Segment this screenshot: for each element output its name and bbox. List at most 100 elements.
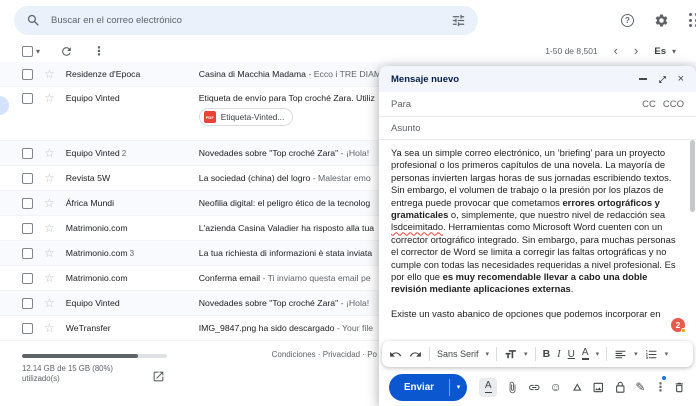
email-sender: Equipo Vinted2 bbox=[66, 148, 199, 158]
email-sender: Equipo Vinted bbox=[66, 298, 199, 308]
send-options-icon[interactable]: ▾ bbox=[450, 374, 467, 401]
subject-field[interactable]: Asunto bbox=[379, 117, 696, 140]
row-checkbox[interactable] bbox=[22, 323, 33, 334]
redo-icon[interactable] bbox=[409, 348, 422, 361]
color-caret-icon[interactable]: ▾ bbox=[596, 350, 600, 358]
row-checkbox[interactable] bbox=[22, 273, 33, 284]
undo-icon[interactable] bbox=[389, 348, 402, 361]
star-icon[interactable]: ☆ bbox=[44, 248, 55, 259]
numbered-list-icon[interactable] bbox=[645, 348, 658, 361]
search-options-icon[interactable] bbox=[451, 13, 466, 28]
top-bar: Buscar en el correo electrónico ? bbox=[0, 0, 696, 40]
star-icon[interactable]: ☆ bbox=[44, 223, 55, 234]
older-page-icon[interactable]: › bbox=[634, 46, 638, 56]
email-sender: Residenze d'Epoca bbox=[66, 69, 199, 79]
align-icon[interactable] bbox=[614, 348, 627, 361]
newer-page-icon[interactable]: ‹ bbox=[614, 46, 618, 56]
insert-photo-icon[interactable] bbox=[592, 381, 605, 394]
size-caret-icon[interactable]: ▾ bbox=[524, 350, 528, 358]
subject-placeholder: Asunto bbox=[391, 123, 421, 134]
more-options-icon[interactable]: ⋮ bbox=[93, 44, 105, 58]
list-footer: 12.14 GB de 15 GB (80%) utilizado(s) Con… bbox=[0, 342, 379, 406]
refresh-icon[interactable] bbox=[60, 45, 73, 58]
bold-button[interactable]: B bbox=[543, 348, 551, 360]
recipients-field[interactable]: Para CC CCO bbox=[379, 92, 696, 117]
font-size-icon[interactable] bbox=[504, 348, 517, 361]
insert-drive-icon[interactable] bbox=[571, 381, 584, 394]
select-all-checkbox[interactable] bbox=[22, 46, 33, 57]
star-icon[interactable]: ☆ bbox=[44, 298, 55, 309]
insert-emoji-icon[interactable]: ☺ bbox=[550, 381, 562, 393]
spellcheck-extension-badge[interactable]: 2 bbox=[671, 318, 685, 332]
compose-scrollbar[interactable] bbox=[690, 140, 695, 212]
more-send-options-icon[interactable]: ⋮ bbox=[654, 378, 664, 396]
discard-draft-icon[interactable] bbox=[673, 381, 686, 394]
send-button[interactable]: Enviar ▾ bbox=[389, 374, 467, 401]
row-checkbox[interactable] bbox=[22, 69, 33, 80]
close-icon[interactable]: × bbox=[678, 74, 684, 84]
star-icon[interactable]: ☆ bbox=[44, 93, 55, 104]
pagination-label: 1-50 de 8,501 bbox=[545, 46, 597, 56]
storage-used-label: 12.14 GB de 15 GB (80%) bbox=[22, 364, 132, 374]
storage-meter bbox=[22, 354, 167, 358]
topbar-actions: ? bbox=[621, 13, 696, 28]
open-in-full-icon[interactable] bbox=[658, 75, 667, 84]
to-label: Para bbox=[391, 99, 411, 110]
star-icon[interactable]: ☆ bbox=[44, 173, 55, 184]
align-caret-icon[interactable]: ▾ bbox=[634, 350, 638, 358]
compose-title: Mensaje nuevo bbox=[391, 74, 459, 85]
compose-window: Mensaje nuevo × Para CC CCO Asunto Ya se… bbox=[379, 66, 696, 406]
font-caret-icon[interactable]: ▾ bbox=[486, 350, 490, 358]
compose-body-editor[interactable]: Ya sea un simple correo electrónico, un … bbox=[379, 140, 696, 320]
italic-button[interactable]: I bbox=[557, 349, 561, 360]
search-input[interactable]: Buscar en el correo electrónico bbox=[51, 15, 441, 26]
list-toolbar: ▾ ⋮ 1-50 de 8,501 ‹ › Es▾ bbox=[0, 40, 696, 62]
legal-links[interactable]: Condiciones · Privacidad · Po bbox=[272, 350, 377, 359]
misspelled-word: lsdceimitado bbox=[391, 221, 443, 232]
email-sender: Matrimonio.com bbox=[66, 223, 199, 233]
attach-file-icon[interactable] bbox=[506, 381, 519, 394]
row-checkbox[interactable] bbox=[22, 148, 33, 159]
search-bar[interactable]: Buscar en el correo electrónico bbox=[14, 6, 478, 35]
insert-link-icon[interactable] bbox=[528, 381, 541, 394]
star-icon[interactable]: ☆ bbox=[44, 148, 55, 159]
compose-actions: Enviar ▾ A ☺ ✎ ⋮ bbox=[379, 368, 696, 406]
email-sender: Revista 5W bbox=[66, 173, 199, 183]
star-icon[interactable]: ☆ bbox=[44, 273, 55, 284]
settings-gear-icon[interactable] bbox=[654, 13, 669, 28]
star-icon[interactable]: ☆ bbox=[44, 323, 55, 334]
formatting-options-toggle[interactable]: A bbox=[479, 378, 497, 397]
compose-header[interactable]: Mensaje nuevo × bbox=[379, 66, 696, 92]
formatting-toolbar: Sans Serif ▾ ▾ B I U A ▾ ▾ ▾ bbox=[382, 341, 693, 367]
select-dropdown-icon[interactable]: ▾ bbox=[36, 47, 40, 56]
toolbar-more-caret-icon[interactable]: ▾ bbox=[665, 350, 669, 358]
star-icon[interactable]: ☆ bbox=[44, 69, 55, 80]
attachment-chip[interactable]: PDFEtiqueta-Vinted... bbox=[199, 108, 294, 126]
underline-button[interactable]: U bbox=[568, 349, 575, 360]
row-checkbox[interactable] bbox=[22, 173, 33, 184]
cc-button[interactable]: CC bbox=[642, 99, 656, 110]
google-apps-icon[interactable] bbox=[689, 13, 696, 27]
star-icon[interactable]: ☆ bbox=[44, 198, 55, 209]
minimize-icon[interactable] bbox=[639, 78, 647, 80]
storage-used-label2: utilizado(s) bbox=[22, 374, 132, 384]
email-sender: WeTransfer bbox=[66, 323, 199, 333]
storage-indicator: 12.14 GB de 15 GB (80%) utilizado(s) bbox=[22, 354, 167, 384]
help-icon[interactable]: ? bbox=[621, 14, 634, 27]
row-checkbox[interactable] bbox=[22, 298, 33, 309]
input-language-selector[interactable]: Es▾ bbox=[654, 46, 676, 57]
open-in-new-icon[interactable] bbox=[152, 370, 165, 383]
email-sender: Matrimonio.com bbox=[66, 273, 199, 283]
row-checkbox[interactable] bbox=[22, 248, 33, 259]
bcc-button[interactable]: CCO bbox=[663, 99, 684, 110]
row-checkbox[interactable] bbox=[22, 93, 33, 104]
font-family-selector[interactable]: Sans Serif bbox=[437, 349, 479, 359]
row-checkbox[interactable] bbox=[22, 223, 33, 234]
pdf-icon: PDF bbox=[204, 111, 216, 123]
confidential-mode-icon[interactable] bbox=[614, 381, 627, 394]
text-color-button[interactable]: A bbox=[582, 348, 589, 360]
row-checkbox[interactable] bbox=[22, 198, 33, 209]
signature-pen-icon[interactable]: ✎ bbox=[635, 381, 645, 393]
gmail-app: Buscar en el correo electrónico ? ▾ ⋮ 1-… bbox=[0, 0, 696, 406]
email-sender: Matrimonio.com3 bbox=[66, 248, 199, 258]
